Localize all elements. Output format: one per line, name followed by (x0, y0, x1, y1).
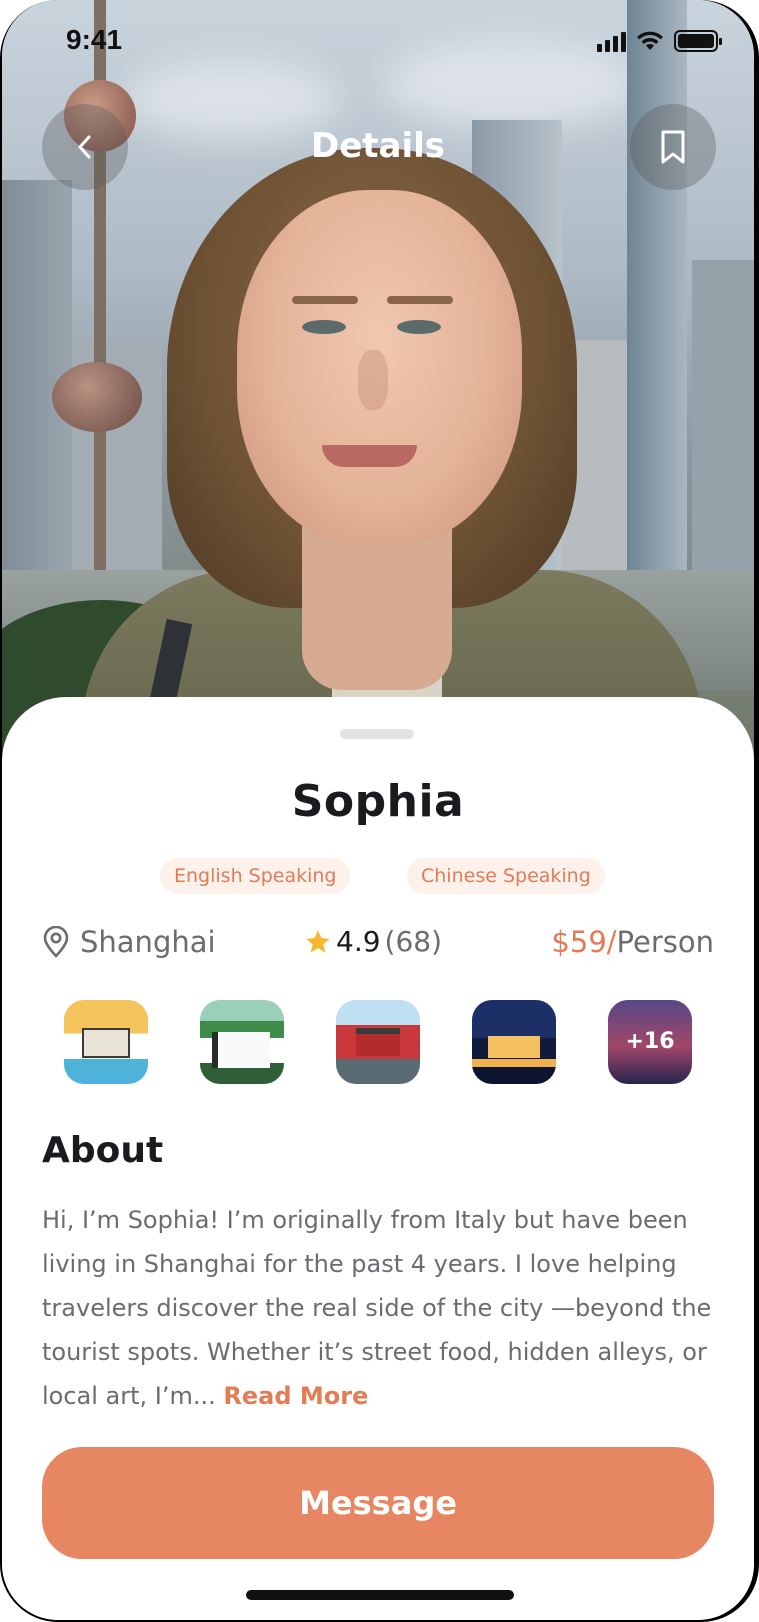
price: $59/Person (551, 925, 714, 959)
bookmark-icon (661, 130, 685, 164)
tv-tower-sphere (52, 362, 142, 432)
gallery-thumbnail[interactable] (64, 1000, 148, 1084)
status-icons (597, 30, 722, 52)
wifi-icon (637, 31, 663, 50)
language-chip-english: English Speaking (160, 858, 351, 894)
eyebrow (387, 296, 453, 304)
rating: 4.9 (68) (304, 925, 442, 958)
sheet-grabber[interactable] (340, 729, 414, 739)
price-unit: Person (616, 925, 714, 959)
guide-name: Sophia (291, 776, 465, 827)
read-more-link[interactable]: Read More (223, 1382, 368, 1410)
star-icon (306, 929, 330, 952)
language-chip-chinese: Chinese Speaking (407, 858, 605, 894)
eye (397, 320, 441, 334)
rating-count: (68) (384, 925, 443, 958)
about-body: Hi, I’m Sophia! I’m originally from Ital… (42, 1206, 712, 1410)
rating-value: 4.9 (336, 925, 381, 958)
gallery-more-thumbnail[interactable]: +16 (608, 1000, 692, 1084)
home-indicator[interactable] (246, 1590, 514, 1600)
building (692, 260, 754, 600)
price-amount: $59/ (551, 925, 617, 959)
battery-icon (674, 30, 722, 52)
bookmark-button[interactable] (630, 104, 716, 190)
location-label: Shanghai (80, 925, 216, 959)
building (627, 0, 687, 600)
eye (302, 320, 346, 334)
guide-meta: Shanghai 4.9 (68) $59/Person (42, 925, 714, 969)
gallery-thumbnail[interactable] (200, 1000, 284, 1084)
about-text: Hi, I’m Sophia! I’m originally from Ital… (42, 1198, 712, 1418)
about-heading: About (42, 1130, 164, 1171)
gallery-thumbnail[interactable] (336, 1000, 420, 1084)
screen: 9:41 Details Sophia English Speaking Chi… (2, 0, 754, 1620)
status-time: 9:41 (66, 24, 123, 55)
gallery-thumbnail[interactable] (472, 1000, 556, 1084)
guide-photo (2, 0, 754, 760)
cellular-signal-icon (597, 32, 626, 52)
location: Shanghai (42, 925, 216, 959)
cloud (382, 40, 642, 130)
nose (358, 350, 388, 410)
neck (302, 520, 452, 690)
phone-frame: 9:41 Details Sophia English Speaking Chi… (0, 0, 759, 1622)
location-pin-icon (43, 926, 69, 958)
gallery: +16 (64, 1000, 696, 1084)
gallery-more-count: +16 (608, 1000, 692, 1084)
eyebrow (292, 296, 358, 304)
message-button[interactable]: Message (42, 1447, 714, 1559)
smile (322, 445, 417, 467)
